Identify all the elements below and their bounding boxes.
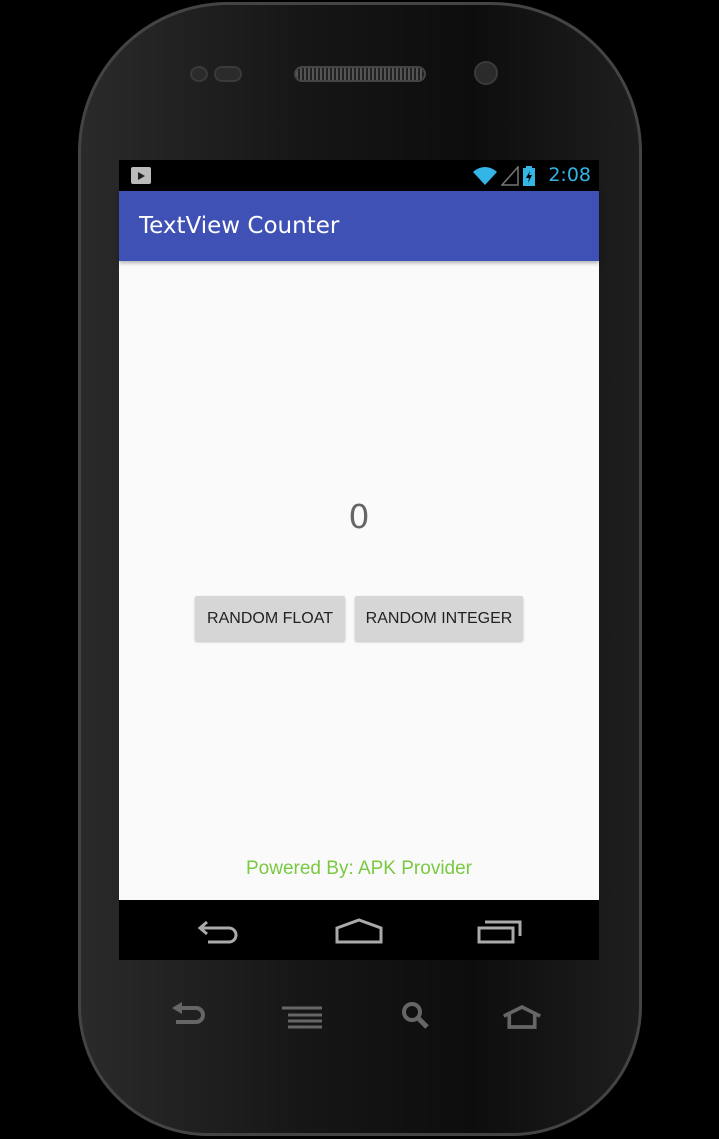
random-integer-button[interactable]: RANDOM INTEGER: [355, 596, 523, 641]
random-float-button[interactable]: RANDOM FLOAT: [195, 596, 345, 641]
back-icon[interactable]: [170, 1000, 210, 1030]
powered-by-text: Powered By: APK Provider: [246, 858, 472, 879]
battery-charging-icon: [523, 166, 535, 186]
app-title: TextView Counter: [139, 213, 340, 239]
counter-text: 0: [348, 497, 370, 536]
menu-icon[interactable]: [282, 1003, 322, 1033]
app-bar: TextView Counter: [119, 191, 599, 261]
store-icon: [131, 167, 151, 184]
main-content: 0 RANDOM FLOAT RANDOM INTEGER Powered By…: [119, 261, 599, 900]
recents-icon[interactable]: [477, 918, 523, 944]
home-icon[interactable]: [502, 1002, 542, 1032]
signal-icon: [501, 166, 519, 186]
status-bar: 2:08: [119, 160, 599, 191]
sensor: [190, 66, 208, 82]
screen: 2:08 TextView Counter 0 RANDOM FLOAT RAN…: [119, 160, 599, 960]
nav-bar: [119, 900, 599, 960]
speaker-grille: [294, 66, 426, 82]
home-icon[interactable]: [335, 918, 383, 944]
back-icon[interactable]: [197, 920, 241, 944]
wifi-icon: [473, 167, 497, 185]
sensor: [214, 66, 242, 82]
search-icon[interactable]: [396, 1000, 436, 1030]
front-camera: [474, 61, 498, 85]
clock: 2:08: [548, 164, 591, 186]
